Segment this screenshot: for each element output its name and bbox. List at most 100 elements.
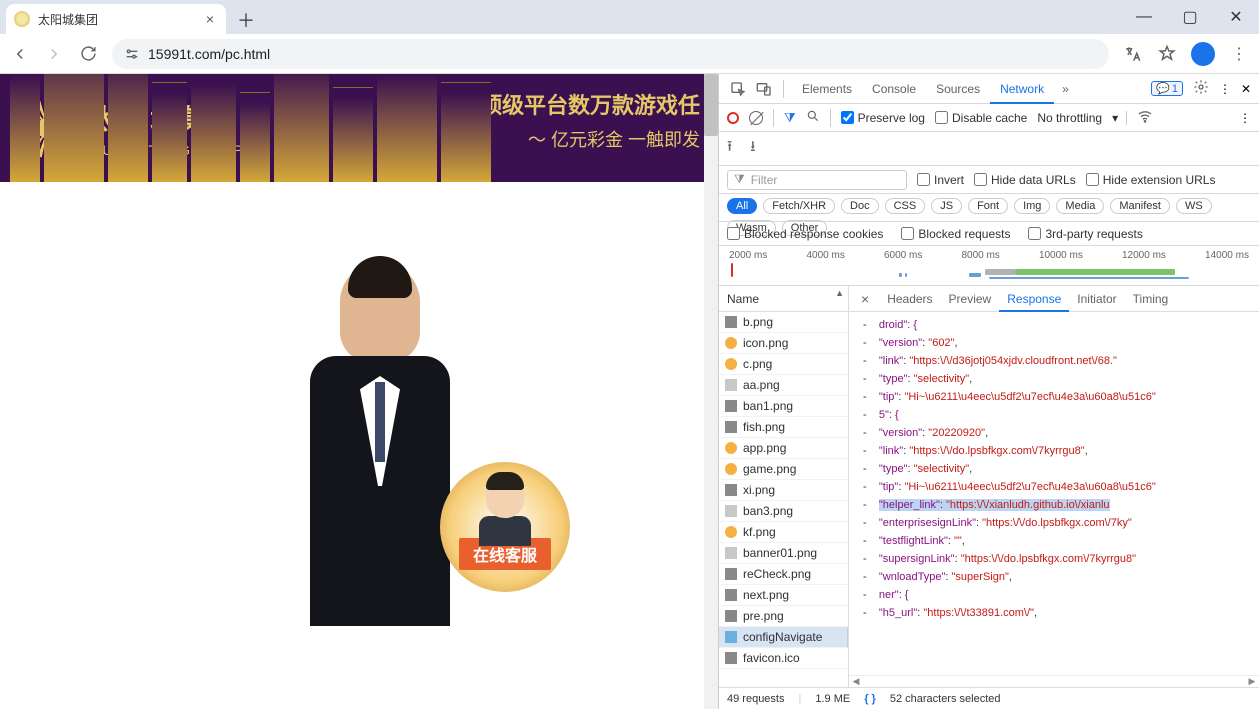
translate-icon[interactable] bbox=[1123, 44, 1143, 64]
hide-data-urls-checkbox[interactable]: Hide data URLs bbox=[974, 173, 1076, 187]
support-badge[interactable]: 在线客服 bbox=[440, 462, 570, 592]
panel-tab-console[interactable]: Console bbox=[862, 76, 926, 102]
name-column-header[interactable]: Name▲ bbox=[719, 286, 848, 312]
network-status-bar: 49 requests | 1.9 ME { } 52 characters s… bbox=[719, 687, 1259, 709]
request-item[interactable]: c.png bbox=[719, 354, 848, 375]
network-conditions-icon[interactable] bbox=[1137, 108, 1153, 127]
favicon-icon bbox=[14, 11, 30, 27]
minimize-icon[interactable]: — bbox=[1121, 0, 1167, 34]
disable-cache-checkbox[interactable]: Disable cache bbox=[935, 111, 1027, 125]
upload-har-icon[interactable]: ⭱ bbox=[727, 136, 732, 161]
type-pill-manifest[interactable]: Manifest bbox=[1110, 198, 1170, 214]
throttling-select[interactable]: No throttling ▾ bbox=[1037, 111, 1127, 125]
device-toggle-icon[interactable] bbox=[753, 78, 775, 100]
more-tabs-icon[interactable]: » bbox=[1058, 82, 1073, 96]
file-type-icon bbox=[725, 589, 737, 601]
inspect-element-icon[interactable] bbox=[727, 78, 749, 100]
third-party-checkbox[interactable]: 3rd-party requests bbox=[1028, 227, 1142, 241]
detail-tab-initiator[interactable]: Initiator bbox=[1069, 288, 1124, 310]
timeline-overview[interactable]: 2000 ms4000 ms6000 ms8000 ms10000 ms1200… bbox=[719, 246, 1259, 286]
search-icon[interactable] bbox=[806, 109, 820, 126]
request-item[interactable]: b.png bbox=[719, 312, 848, 333]
request-item[interactable]: banner01.png bbox=[719, 543, 848, 564]
request-item[interactable]: game.png bbox=[719, 459, 848, 480]
request-item[interactable]: favicon.ico bbox=[719, 648, 848, 669]
request-list: Name▲ b.pngicon.pngc.pngaa.pngban1.pngfi… bbox=[719, 286, 849, 687]
type-pill-all[interactable]: All bbox=[727, 198, 757, 214]
file-type-icon bbox=[725, 400, 737, 412]
type-pill-js[interactable]: JS bbox=[931, 198, 962, 214]
settings-gear-icon[interactable] bbox=[1193, 79, 1209, 98]
request-item[interactable]: configNavigate bbox=[719, 627, 848, 648]
request-item[interactable]: aa.png bbox=[719, 375, 848, 396]
file-type-icon bbox=[725, 631, 737, 643]
type-pill-fetchxhr[interactable]: Fetch/XHR bbox=[763, 198, 835, 214]
request-item[interactable]: icon.png bbox=[719, 333, 848, 354]
request-item[interactable]: ban3.png bbox=[719, 501, 848, 522]
detail-tab-timing[interactable]: Timing bbox=[1125, 288, 1177, 310]
type-pill-media[interactable]: Media bbox=[1056, 198, 1104, 214]
filter-input[interactable]: ⧩ Filter bbox=[727, 170, 907, 190]
request-item[interactable]: xi.png bbox=[719, 480, 848, 501]
devtools-close-icon[interactable]: ✕ bbox=[1241, 82, 1251, 96]
blocked-filters: Blocked response cookies Blocked request… bbox=[719, 222, 1259, 246]
close-detail-icon[interactable]: × bbox=[855, 291, 875, 307]
hide-extension-urls-checkbox[interactable]: Hide extension URLs bbox=[1086, 173, 1216, 187]
preserve-log-checkbox[interactable]: Preserve log bbox=[841, 111, 925, 125]
type-pill-font[interactable]: Font bbox=[968, 198, 1008, 214]
bookmark-star-icon[interactable] bbox=[1157, 44, 1177, 64]
detail-tab-headers[interactable]: Headers bbox=[879, 288, 940, 310]
panel-tab-elements[interactable]: Elements bbox=[792, 76, 862, 102]
profile-avatar[interactable] bbox=[1191, 42, 1215, 66]
record-icon[interactable] bbox=[727, 112, 739, 124]
filter-funnel-icon[interactable]: ⧩ bbox=[784, 110, 796, 126]
response-body[interactable]: - droid": { - "version": "602", - "link"… bbox=[849, 312, 1259, 675]
skyline-image bbox=[0, 74, 704, 182]
spokesperson-image bbox=[290, 262, 470, 662]
horizontal-scrollbar[interactable]: ◀▶ bbox=[849, 675, 1259, 687]
type-pill-doc[interactable]: Doc bbox=[841, 198, 879, 214]
site-info-icon[interactable] bbox=[124, 46, 140, 62]
tab-bar: 太阳城集团 × ＋ — ▢ ✕ bbox=[0, 0, 1259, 34]
request-item[interactable]: reCheck.png bbox=[719, 564, 848, 585]
blocked-cookies-checkbox[interactable]: Blocked response cookies bbox=[727, 227, 883, 241]
close-tab-icon[interactable]: × bbox=[202, 11, 218, 27]
request-item[interactable]: ban1.png bbox=[719, 396, 848, 417]
close-window-icon[interactable]: ✕ bbox=[1213, 0, 1259, 34]
clear-icon[interactable] bbox=[749, 111, 763, 125]
kebab-menu-icon[interactable]: ⋮ bbox=[1229, 44, 1249, 64]
type-pill-css[interactable]: CSS bbox=[885, 198, 926, 214]
file-type-icon bbox=[725, 610, 737, 622]
back-icon[interactable] bbox=[10, 44, 30, 64]
transfer-size: 1.9 ME bbox=[815, 693, 850, 705]
panel-tab-sources[interactable]: Sources bbox=[926, 76, 990, 102]
browser-tab[interactable]: 太阳城集团 × bbox=[6, 4, 226, 34]
url-input[interactable]: 15991t.com/pc.html bbox=[112, 39, 1109, 69]
request-item[interactable]: app.png bbox=[719, 438, 848, 459]
request-item[interactable]: next.png bbox=[719, 585, 848, 606]
type-pill-img[interactable]: Img bbox=[1014, 198, 1050, 214]
panel-tab-network[interactable]: Network bbox=[990, 76, 1054, 104]
detail-tab-response[interactable]: Response bbox=[999, 288, 1069, 312]
request-item[interactable]: kf.png bbox=[719, 522, 848, 543]
toolbar-menu-icon[interactable]: ⋮ bbox=[1239, 111, 1251, 125]
request-item[interactable]: pre.png bbox=[719, 606, 848, 627]
invert-checkbox[interactable]: Invert bbox=[917, 173, 964, 187]
rendered-page: 太陽城集團 SUNCITY GROUP 顶级平台数万款游戏任 〜 亿元彩金 一触… bbox=[0, 74, 718, 709]
file-type-icon bbox=[725, 484, 737, 496]
import-export-row: ⭱ ⭳ bbox=[719, 132, 1259, 166]
file-type-icon bbox=[725, 568, 737, 580]
blocked-requests-checkbox[interactable]: Blocked requests bbox=[901, 227, 1010, 241]
tab-title: 太阳城集团 bbox=[38, 11, 98, 28]
detail-tab-preview[interactable]: Preview bbox=[941, 288, 1000, 310]
new-tab-button[interactable]: ＋ bbox=[232, 6, 260, 34]
type-pill-ws[interactable]: WS bbox=[1176, 198, 1212, 214]
page-scrollbar[interactable] bbox=[704, 74, 718, 709]
forward-icon[interactable] bbox=[44, 44, 64, 64]
download-har-icon[interactable]: ⭳ bbox=[750, 136, 755, 161]
reload-icon[interactable] bbox=[78, 44, 98, 64]
maximize-icon[interactable]: ▢ bbox=[1167, 0, 1213, 34]
request-item[interactable]: fish.png bbox=[719, 417, 848, 438]
devtools-menu-icon[interactable]: ⋮ bbox=[1219, 82, 1231, 96]
issue-badge[interactable]: 💬1 bbox=[1151, 81, 1183, 96]
